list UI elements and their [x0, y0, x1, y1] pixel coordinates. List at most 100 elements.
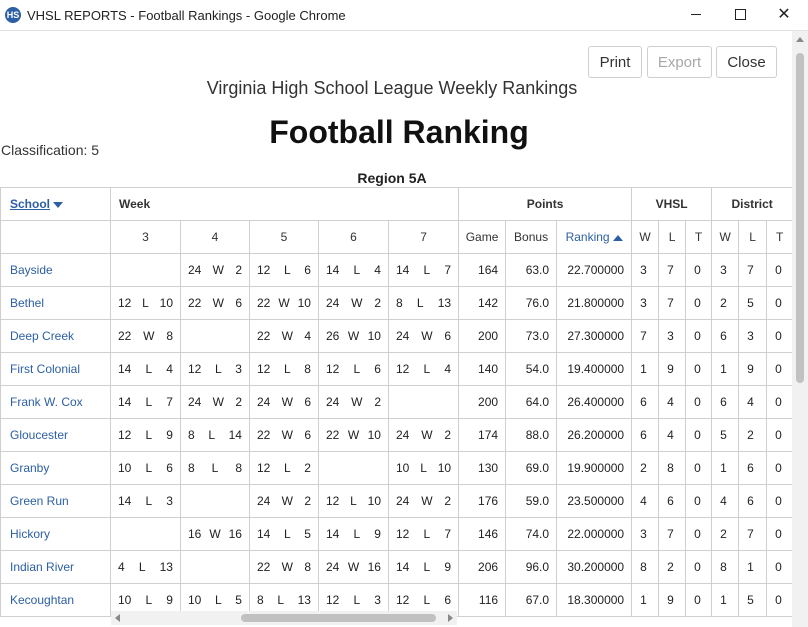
week-score: 14 [326, 527, 340, 541]
maximize-button[interactable] [718, 0, 762, 30]
week-score: 14 [396, 263, 410, 277]
week-opponent-class: 10 [367, 494, 381, 508]
week-opponent-class: 6 [304, 263, 311, 277]
week-outcome: L [353, 362, 361, 376]
week-6-header: 6 [318, 220, 389, 254]
week-result-cell: 14 L 7 [387, 253, 460, 287]
horizontal-scroll-thumb[interactable] [241, 614, 436, 622]
week-score: 22 [257, 329, 271, 343]
week-score: 12 [396, 527, 410, 541]
ranking-cell: 30.200000 [556, 550, 633, 584]
ranking-cell: 18.300000 [556, 583, 633, 617]
ranking-cell: 23.500000 [556, 484, 633, 518]
table-row: Deep Creek 22 W 8 22 W 4 26 W 10 24 W 6 200 73.0 27.300… [0, 319, 792, 353]
week-result-cell [180, 319, 250, 353]
week-opponent-class: 10 [437, 461, 452, 475]
record-vt-cell: 0 [685, 253, 713, 287]
week-outcome: L [214, 593, 222, 607]
school-name-link[interactable]: Bayside [0, 253, 111, 287]
week-outcome: L [145, 494, 153, 508]
classification-label: Classification: 5 [1, 142, 100, 158]
school-name-link[interactable]: Frank W. Cox [0, 385, 111, 419]
week-opponent-class: 4 [444, 362, 452, 376]
week-result-cell: 10 L 10 [387, 451, 460, 485]
school-name-link[interactable]: Granby [0, 451, 111, 485]
vertical-scrollbar[interactable] [792, 31, 808, 627]
record-vl-cell: 7 [658, 253, 687, 287]
bonus-points-cell: 76.0 [505, 286, 558, 320]
ranking-cell: 21.800000 [556, 286, 633, 320]
week-outcome: W [351, 296, 363, 310]
district-group-header: District [711, 187, 792, 221]
week-result-cell: 24 W 2 [180, 253, 250, 287]
week-outcome: L [145, 461, 153, 475]
record-dw-cell: 1 [711, 352, 740, 386]
week-score: 24 [396, 428, 410, 442]
week-score: 12 [326, 362, 340, 376]
week-opponent-class: 4 [374, 263, 381, 277]
record-vl-cell: 7 [658, 286, 687, 320]
ranking-cell: 26.200000 [556, 418, 633, 452]
school-name-link[interactable]: Bethel [0, 286, 111, 320]
week-outcome: W [347, 329, 360, 343]
week-opponent-class: 7 [444, 527, 452, 541]
record-vw-cell: 7 [631, 319, 660, 353]
horizontal-scrollbar[interactable] [111, 611, 457, 625]
week-result-cell: 12 L 3 [180, 352, 250, 386]
game-points-header: Game [458, 220, 507, 254]
week-opponent-class: 7 [166, 395, 173, 409]
record-dt-cell: 0 [766, 484, 792, 518]
week-opponent-class: 8 [235, 461, 242, 475]
ranking-column-header[interactable]: Ranking [556, 220, 633, 254]
week-outcome: L [145, 395, 153, 409]
vertical-scroll-thumb[interactable] [796, 53, 804, 383]
bonus-points-cell: 59.0 [505, 484, 558, 518]
week-result-cell: 16 W 16 [180, 517, 250, 551]
week-opponent-class: 10 [297, 296, 311, 310]
week-result-cell: 14 L 9 [387, 550, 460, 584]
school-name-link[interactable]: Deep Creek [0, 319, 111, 353]
week-result-cell: 24 W 2 [180, 385, 250, 419]
week-score: 14 [257, 527, 271, 541]
week-result-cell: 14 L 4 [110, 352, 181, 386]
scroll-right-arrow-icon[interactable] [448, 614, 453, 622]
week-result-cell: 24 W 2 [387, 418, 460, 452]
week-score: 22 [257, 560, 271, 574]
week-outcome: L [208, 428, 215, 442]
week-outcome: L [214, 362, 222, 376]
week-opponent-class: 10 [367, 428, 381, 442]
record-dt-cell: 0 [766, 451, 792, 485]
school-name-link[interactable]: Kecoughtan [0, 583, 111, 617]
school-column-header[interactable]: School [0, 187, 111, 221]
window-close-button[interactable]: ✕ [762, 0, 806, 30]
record-vl-cell: 2 [658, 550, 687, 584]
week-opponent-class: 7 [444, 263, 452, 277]
week-5-header: 5 [249, 220, 319, 254]
close-button[interactable]: Close [716, 46, 777, 78]
week-score: 4 [118, 560, 125, 574]
week-score: 22 [257, 296, 271, 310]
record-dl-cell: 5 [738, 286, 768, 320]
week-opponent-class: 4 [166, 362, 173, 376]
week-result-cell: 22 W 10 [249, 286, 319, 320]
week-score: 22 [118, 329, 132, 343]
rankings-table-container: School Week Points VHSL District 3 4 5 6… [0, 187, 792, 627]
minimize-button[interactable] [674, 0, 718, 30]
game-points-cell: 200 [458, 385, 507, 419]
scroll-up-arrow-icon[interactable] [796, 37, 804, 42]
scroll-left-arrow-icon[interactable] [115, 614, 120, 622]
week-result-cell: 12 L 10 [110, 286, 181, 320]
school-name-link[interactable]: First Colonial [0, 352, 111, 386]
week-score: 24 [396, 329, 410, 343]
print-button[interactable]: Print [588, 46, 642, 78]
school-sort-link[interactable]: School [10, 197, 50, 211]
export-button[interactable]: Export [647, 46, 712, 78]
school-name-link[interactable]: Gloucester [0, 418, 111, 452]
school-name-link[interactable]: Hickory [0, 517, 111, 551]
week-opponent-class: 6 [304, 428, 311, 442]
minimize-icon [691, 14, 701, 16]
school-name-link[interactable]: Green Run [0, 484, 111, 518]
ranking-sort-link[interactable]: Ranking [566, 230, 610, 244]
week-opponent-class: 2 [374, 395, 381, 409]
school-name-link[interactable]: Indian River [0, 550, 111, 584]
